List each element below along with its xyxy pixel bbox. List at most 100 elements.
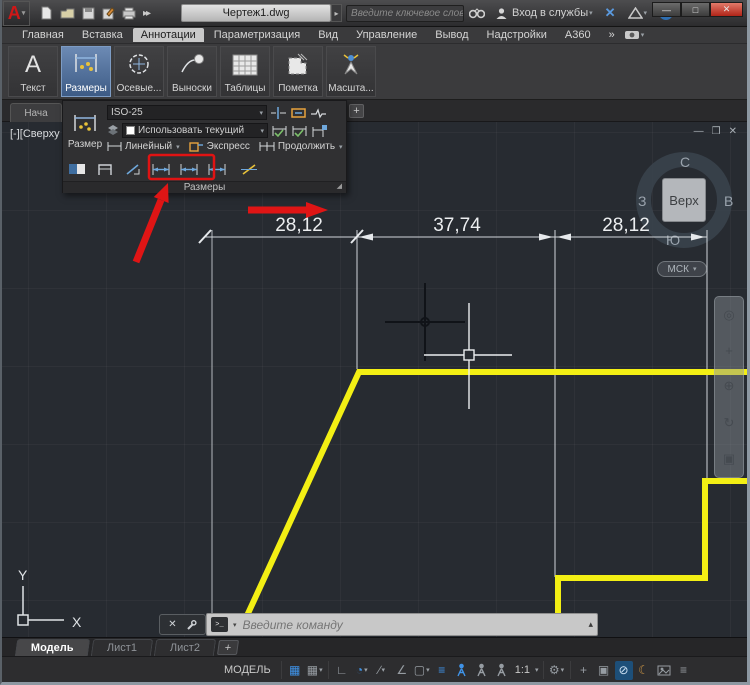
ortho-mode-icon[interactable]: ∟: [333, 661, 351, 680]
snap-mode-icon[interactable]: ▦ ▾: [306, 661, 324, 680]
viewcube-east[interactable]: В: [724, 193, 733, 209]
new-layout-button[interactable]: +: [216, 640, 239, 655]
break-dimension-icon[interactable]: [270, 106, 287, 120]
viewcube-south[interactable]: Ю: [666, 232, 680, 248]
save-icon[interactable]: [82, 7, 95, 20]
continue-caret-icon[interactable]: ▾: [339, 143, 343, 151]
polar-tracking-icon[interactable]: ◔ ▾: [353, 661, 371, 680]
tab-layout2[interactable]: Лист2: [153, 639, 216, 656]
save-as-icon[interactable]: [102, 6, 115, 20]
panel-scale-button[interactable]: Масшта...: [326, 46, 376, 97]
a360-icon[interactable]: ▾: [627, 7, 647, 19]
signin-person-icon[interactable]: [495, 7, 508, 20]
maximize-button[interactable]: □: [681, 2, 710, 17]
tab-vid[interactable]: Вид: [310, 28, 346, 42]
command-input[interactable]: [240, 616, 585, 633]
reassociate-dimension-icon[interactable]: [291, 124, 308, 138]
search-input[interactable]: Введите ключевое слово/фразу: [346, 4, 465, 22]
linear-button[interactable]: Линейный: [125, 141, 172, 152]
panel-tables-button[interactable]: Таблицы: [220, 46, 270, 97]
viewcube-west[interactable]: З: [638, 193, 646, 209]
object-snap-icon[interactable]: ▢ ▾: [413, 661, 431, 680]
command-expand-icon[interactable]: ▴: [588, 619, 593, 630]
command-prompt-icon[interactable]: >_: [211, 617, 228, 632]
tab-a360[interactable]: A360: [557, 28, 599, 42]
filename-menu-arrow-icon[interactable]: ▸: [331, 4, 343, 22]
inspect-dimension-icon[interactable]: [271, 124, 288, 138]
viewport-controls-label[interactable]: [-][Сверху: [10, 128, 60, 140]
navigation-bar[interactable]: ◎ + ⊕ ↻ ▣: [714, 296, 744, 478]
viewcube[interactable]: С З В Ю Верх: [636, 152, 733, 248]
continue-button[interactable]: Продолжить: [278, 141, 335, 152]
update-icon[interactable]: [66, 160, 88, 178]
vp-close-icon[interactable]: ✕: [729, 126, 737, 137]
cmd-wrench-icon[interactable]: [185, 619, 197, 631]
signin-caret-icon[interactable]: ▾: [589, 9, 593, 17]
arrowheads-second-icon[interactable]: [206, 160, 228, 178]
dim-style-h-icon[interactable]: [94, 160, 116, 178]
viewcube-north[interactable]: С: [680, 154, 690, 170]
showmotion-icon[interactable]: ▣: [723, 451, 735, 467]
arrowheads-first-icon[interactable]: [178, 160, 200, 178]
quick-view-icon[interactable]: [655, 661, 673, 680]
isodraft-icon[interactable]: ∕ ▾: [373, 661, 391, 680]
scale-caret-icon[interactable]: ▾: [535, 666, 539, 674]
zoom-icon[interactable]: ⊕: [724, 378, 735, 394]
crosshair-toggle-icon[interactable]: +: [575, 661, 593, 680]
start-tab[interactable]: Нача: [10, 103, 62, 122]
dimension-split-button[interactable]: Размер: [65, 103, 105, 159]
orbit-icon[interactable]: ↻: [724, 415, 735, 431]
express-button[interactable]: Экспресс: [207, 141, 250, 152]
annotation-scale-icon[interactable]: [493, 661, 511, 680]
app-logo-icon[interactable]: A ▾: [3, 0, 30, 26]
panel-dimensions-button[interactable]: Размеры: [61, 46, 111, 97]
tab-nadstroyki[interactable]: Надстройки: [479, 28, 555, 42]
angle-snap-icon[interactable]: ∠: [393, 661, 411, 680]
panel-centerlines-button[interactable]: Осевые...: [114, 46, 164, 97]
minimize-button[interactable]: —: [652, 2, 681, 17]
panel-text-button[interactable]: A Текст: [8, 46, 58, 97]
print-icon[interactable]: [122, 7, 136, 20]
pan-icon[interactable]: +: [725, 343, 733, 358]
exchange-apps-icon[interactable]: ✕: [605, 5, 616, 21]
tab-glavnaya[interactable]: Главная: [14, 28, 72, 42]
filename-tab[interactable]: Чертеж1.dwg: [181, 4, 332, 22]
annotation-autoscale-icon[interactable]: [473, 661, 491, 680]
panel-title[interactable]: Размеры: [63, 181, 346, 193]
workspace-gear-icon[interactable]: ⚙ ▾: [548, 661, 566, 680]
new-drawing-tab-button[interactable]: +: [349, 104, 364, 118]
panel-launcher-icon[interactable]: ◢: [337, 182, 342, 190]
customization-menu-icon[interactable]: ≡: [675, 661, 693, 680]
jog-line-icon[interactable]: [310, 106, 327, 120]
vp-restore-icon[interactable]: ❒: [712, 126, 721, 137]
current-scale-button[interactable]: 1:1: [513, 664, 532, 676]
update-dimension-icon[interactable]: [311, 124, 328, 138]
vp-minimize-icon[interactable]: —: [694, 126, 704, 137]
isolate-objects-icon[interactable]: ▣: [595, 661, 613, 680]
qat-more-icon[interactable]: ▸▸: [143, 8, 151, 19]
model-space-button[interactable]: МОДЕЛЬ: [218, 664, 277, 676]
command-line[interactable]: >_ ▾ ▴: [206, 613, 598, 636]
skew-icon[interactable]: [122, 160, 144, 178]
signin-label[interactable]: Вход в службы: [512, 7, 588, 19]
open-folder-icon[interactable]: [60, 7, 75, 20]
tab-annotacii[interactable]: Аннотации: [132, 28, 204, 42]
command-history-caret-icon[interactable]: ▾: [233, 621, 237, 629]
close-button[interactable]: ✕: [710, 2, 743, 17]
arrowheads-both-icon[interactable]: [150, 160, 172, 178]
panel-markup-button[interactable]: Пометка: [273, 46, 323, 97]
clean-screen-icon[interactable]: ☾: [635, 661, 653, 680]
annotation-visibility-icon[interactable]: [453, 661, 471, 680]
ucs-badge[interactable]: МСК ▾: [657, 261, 707, 277]
tab-overflow-icon[interactable]: »: [601, 28, 622, 42]
tab-vyvod[interactable]: Вывод: [427, 28, 476, 42]
dim-layer-combo[interactable]: Использовать текущий ▾: [122, 123, 268, 138]
tab-vstavka[interactable]: Вставка: [74, 28, 131, 42]
binoculars-search-icon[interactable]: [469, 7, 486, 19]
panel-leaders-button[interactable]: Выноски: [167, 46, 217, 97]
linear-caret-icon[interactable]: ▾: [176, 143, 180, 151]
oblique-icon[interactable]: [238, 160, 260, 178]
cmd-close-icon[interactable]: ✕: [168, 619, 176, 630]
lineweight-icon[interactable]: ≡: [433, 661, 451, 680]
adjust-space-icon[interactable]: [290, 106, 307, 120]
